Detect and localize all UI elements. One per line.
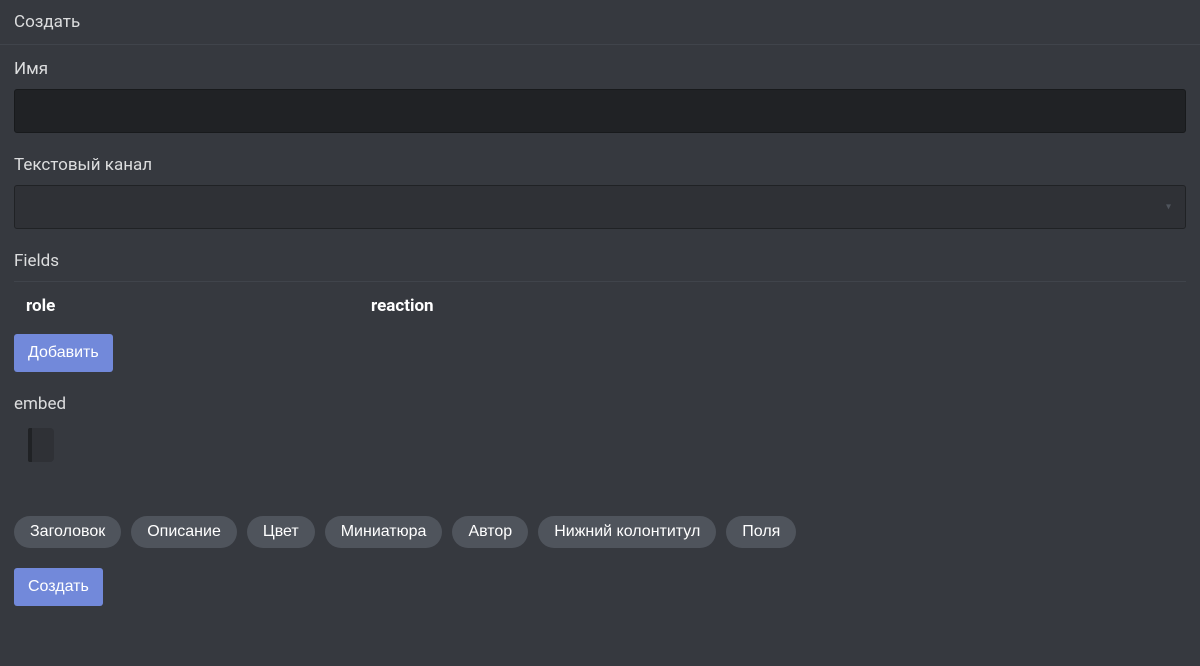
- add-button[interactable]: Добавить: [14, 334, 113, 372]
- chevron-down-icon: ▾: [1166, 202, 1171, 213]
- embed-options-row: Заголовок Описание Цвет Миниатюра Автор …: [14, 516, 1186, 548]
- form-content: Имя Текстовый канал ▾ Fields role reacti…: [0, 45, 1200, 626]
- channel-label: Текстовый канал: [14, 155, 1186, 175]
- fields-table-header: role reaction: [14, 281, 1186, 316]
- embed-body: [32, 428, 54, 462]
- pill-footer[interactable]: Нижний колонтитул: [538, 516, 716, 548]
- pill-author[interactable]: Автор: [452, 516, 528, 548]
- embed-preview: [28, 428, 1186, 462]
- create-button[interactable]: Создать: [14, 568, 103, 606]
- embed-section: embed: [14, 394, 1186, 462]
- embed-label: embed: [14, 394, 1186, 414]
- name-input[interactable]: [14, 89, 1186, 133]
- pill-fields[interactable]: Поля: [726, 516, 796, 548]
- pill-title[interactable]: Заголовок: [14, 516, 121, 548]
- pill-thumbnail[interactable]: Миниатюра: [325, 516, 443, 548]
- fields-label: Fields: [14, 251, 1186, 271]
- fields-col-reaction: reaction: [349, 296, 434, 316]
- channel-select[interactable]: ▾: [14, 185, 1186, 229]
- pill-color[interactable]: Цвет: [247, 516, 315, 548]
- page-title: Создать: [14, 12, 80, 32]
- fields-section: Fields role reaction: [14, 251, 1186, 316]
- fields-col-role: role: [14, 296, 349, 316]
- name-label: Имя: [14, 59, 1186, 79]
- page-header: Создать: [0, 0, 1200, 45]
- pill-description[interactable]: Описание: [131, 516, 237, 548]
